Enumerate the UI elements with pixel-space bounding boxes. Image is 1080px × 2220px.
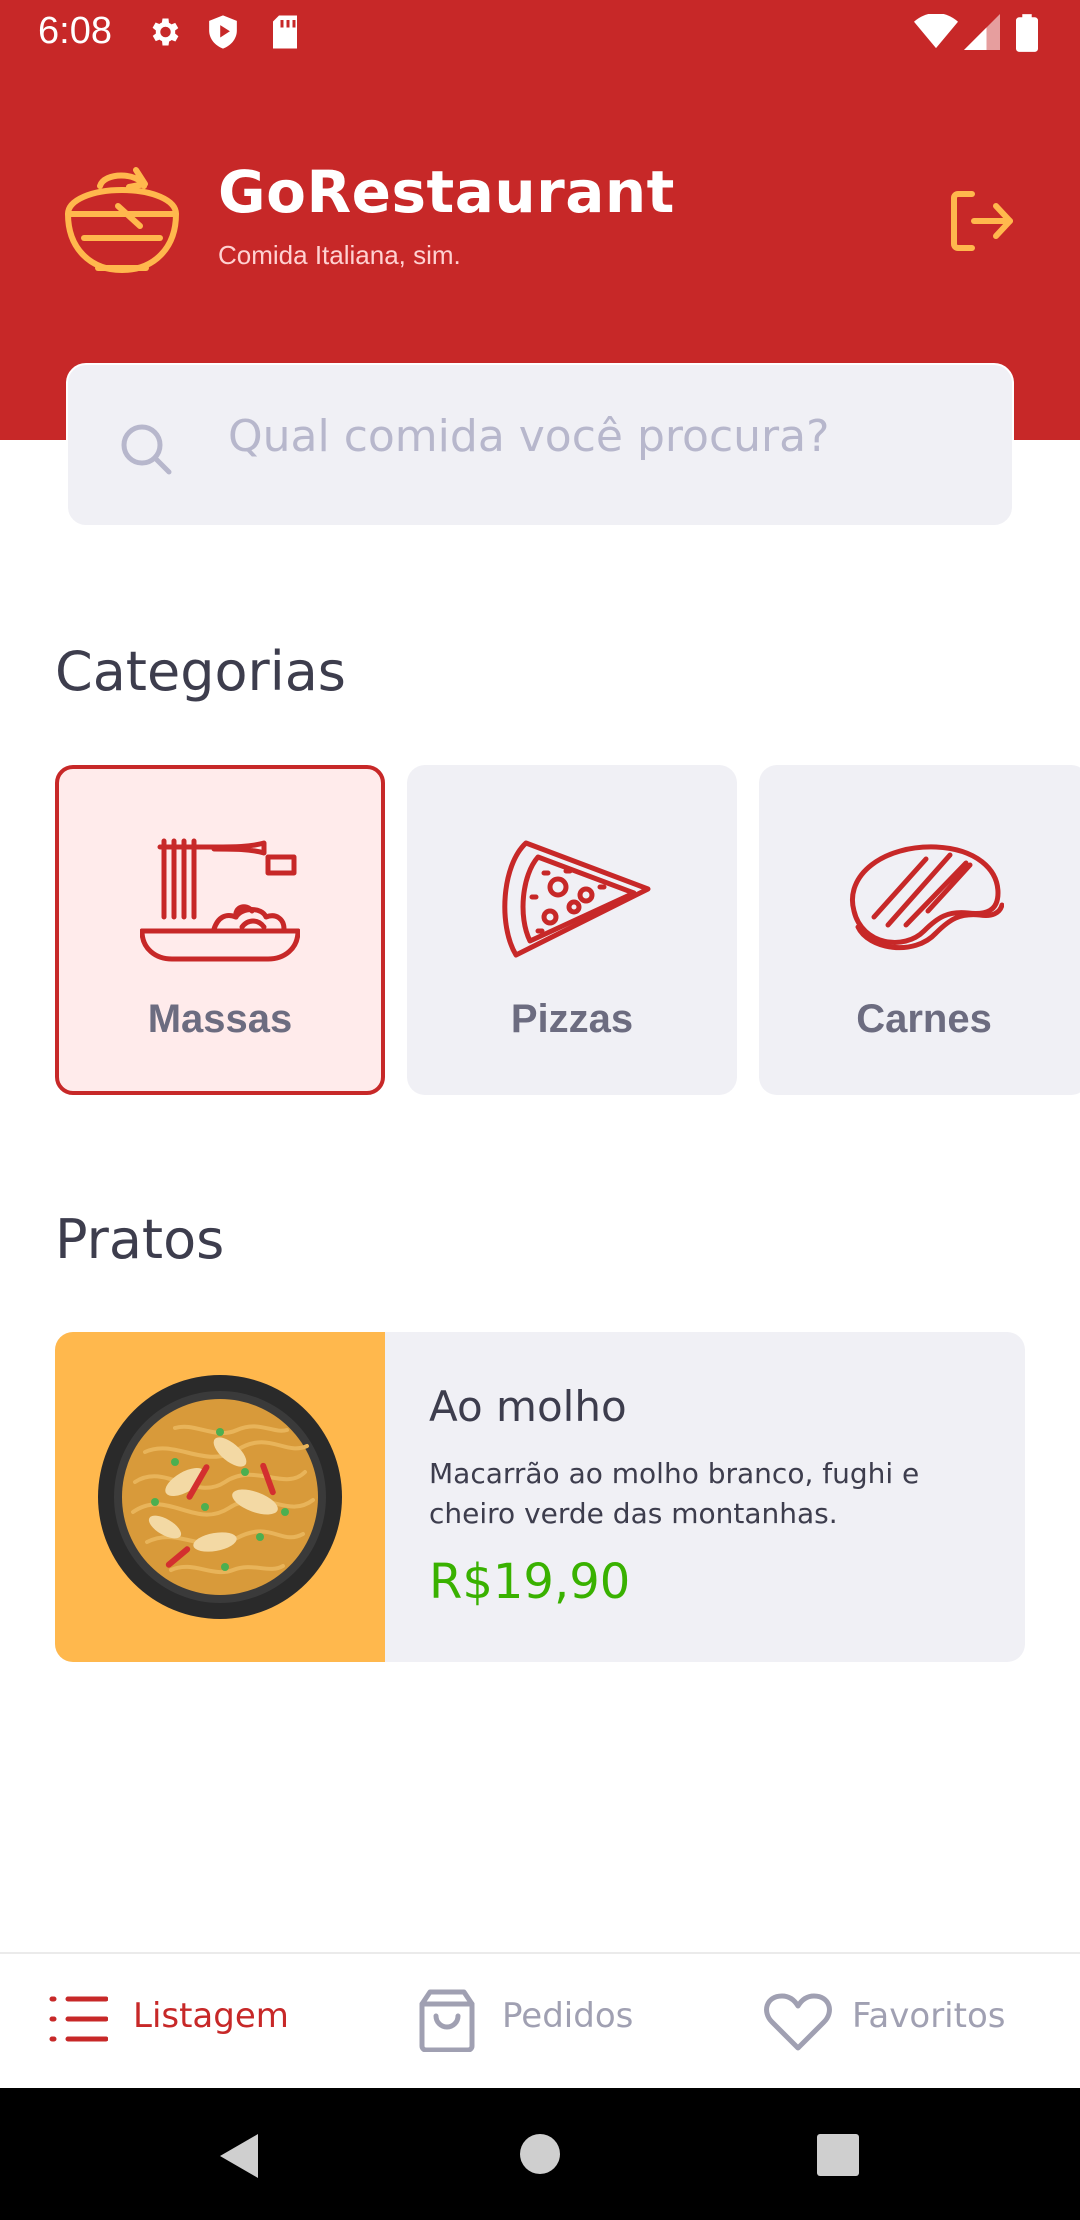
category-label: Massas — [147, 997, 293, 1041]
steak-icon — [850, 844, 1004, 951]
dish-price: R$19,90 — [429, 1554, 631, 1610]
pizza-icon — [502, 840, 651, 958]
status-time: 6:08 — [38, 10, 112, 52]
system-nav-bar — [0, 2088, 1080, 2220]
home-icon[interactable] — [520, 2134, 560, 2174]
app-subtitle: Comida Italiana, sim. — [218, 240, 461, 270]
dish-photo — [98, 1375, 342, 1619]
tab-pedidos[interactable]: Pedidos — [360, 1954, 700, 2090]
shield-play-icon — [209, 15, 237, 49]
logout-icon[interactable] — [950, 190, 1014, 252]
tab-label: Favoritos — [852, 1996, 1006, 2036]
back-icon[interactable] — [218, 2132, 260, 2180]
categories-title: Categorias — [55, 640, 346, 703]
search-icon — [121, 424, 172, 475]
category-card-massas[interactable]: Massas — [55, 765, 385, 1095]
wifi-icon — [914, 14, 958, 49]
pasta-icon — [140, 838, 300, 962]
tab-bar: Listagem Pedidos Favoritos — [0, 1952, 1080, 2088]
dish-description: Macarrão ao molho branco, fughi e cheiro… — [429, 1457, 920, 1530]
sd-card-icon — [273, 15, 297, 49]
category-label: Pizzas — [510, 997, 634, 1041]
category-card-carnes[interactable]: Carnes — [759, 765, 1080, 1095]
search-bar[interactable]: Qual comida você procura? — [66, 363, 1014, 527]
dish-card[interactable]: Ao molho Macarrão ao molho branco, fughi… — [55, 1332, 1025, 1662]
heart-icon — [764, 1993, 832, 2051]
recents-icon[interactable] — [817, 2134, 859, 2176]
battery-icon — [1016, 14, 1038, 52]
dish-image — [55, 1332, 385, 1662]
dish-name: Ao molho — [429, 1382, 627, 1431]
tab-label: Pedidos — [502, 1996, 634, 2036]
list-icon — [49, 1996, 108, 2042]
tab-favoritos[interactable]: Favoritos — [700, 1954, 1080, 2090]
tab-label: Listagem — [133, 1996, 289, 2036]
search-input[interactable]: Qual comida você procura? — [228, 411, 829, 462]
settings-icon — [152, 18, 179, 46]
bag-icon — [419, 1989, 475, 2052]
status-bar: 6:08 — [0, 0, 1080, 66]
tab-listagem[interactable]: Listagem — [0, 1954, 360, 2090]
dishes-title: Pratos — [55, 1208, 225, 1271]
bowl-icon — [65, 167, 179, 273]
signal-icon — [964, 14, 1000, 50]
category-card-pizzas[interactable]: Pizzas — [407, 765, 737, 1095]
category-label: Carnes — [856, 997, 992, 1041]
app-title: GoRestaurant — [218, 158, 675, 226]
